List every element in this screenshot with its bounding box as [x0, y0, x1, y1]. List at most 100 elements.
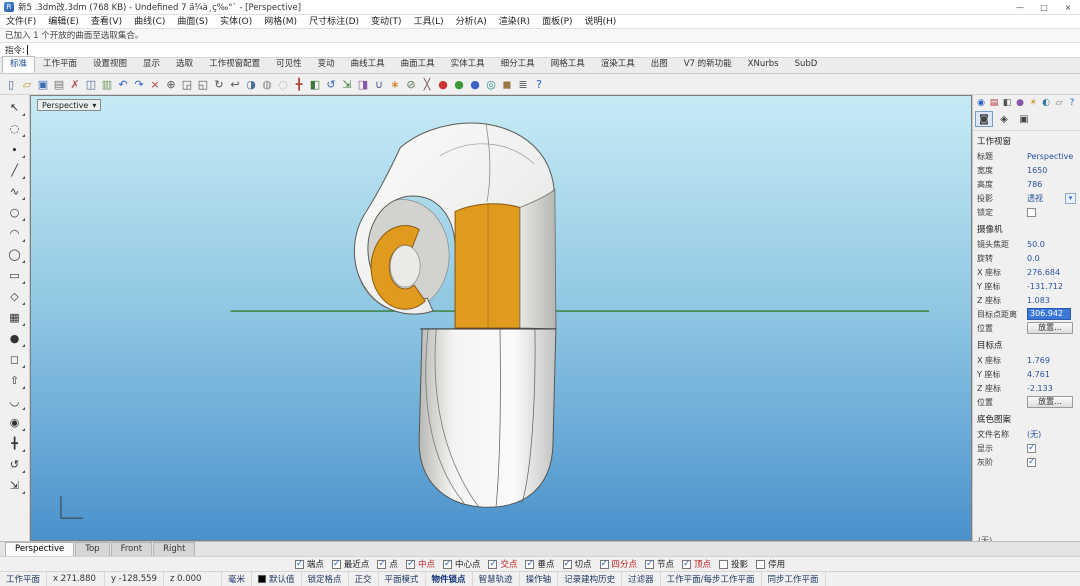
property-value[interactable]: 1.083 — [1027, 296, 1076, 305]
checkbox[interactable] — [563, 560, 572, 569]
help-panel-icon[interactable]: ? — [1066, 97, 1078, 109]
curve-icon[interactable]: ∿ — [3, 181, 27, 202]
shaded-display-icon[interactable]: ◑ — [243, 76, 259, 93]
property-value[interactable]: 透视 — [1027, 193, 1065, 204]
toggle-planar[interactable]: 平面模式 — [379, 572, 426, 586]
scale-icon[interactable]: ⇲ — [339, 76, 355, 93]
property-value[interactable]: (无) — [1027, 429, 1076, 440]
checkbox[interactable] — [719, 560, 728, 569]
toggle-cplane-mode[interactable]: 工作平面/每步工作平面 — [661, 572, 762, 586]
torus-icon[interactable]: ◎ — [483, 76, 499, 93]
menu-item[interactable]: 面板(P) — [536, 15, 578, 29]
box-tool-icon[interactable]: ◻ — [3, 349, 27, 370]
print-icon[interactable]: ▤ — [51, 76, 67, 93]
toolbar-tab[interactable]: V7 的新功能 — [676, 56, 740, 73]
rectangle-icon[interactable]: ▭ — [3, 265, 27, 286]
new-file-icon[interactable]: ▯ — [3, 76, 19, 93]
trim-icon[interactable]: ⊘ — [403, 76, 419, 93]
current-layer-button[interactable]: 默认值 — [252, 572, 302, 586]
toolbar-tab[interactable]: 曲面工具 — [393, 56, 443, 73]
property-value[interactable]: -131.712 — [1027, 282, 1076, 291]
scale-tool-icon[interactable]: ⇲ — [3, 475, 27, 496]
osnap-toggle[interactable]: 四分点 — [600, 558, 638, 570]
toolbar-tab[interactable]: 工作视窗配置 — [201, 56, 268, 73]
viewport-title-menu[interactable]: Perspective ▾ — [37, 99, 101, 111]
extrude-icon[interactable]: ⇧ — [3, 370, 27, 391]
toolbar-tab[interactable]: 渲染工具 — [593, 56, 643, 73]
zoom-extents-icon[interactable]: ◱ — [195, 76, 211, 93]
save-icon[interactable]: ▣ — [35, 76, 51, 93]
rotate-view-icon[interactable]: ↻ — [211, 76, 227, 93]
wireframe-display-icon[interactable]: ◍ — [259, 76, 275, 93]
property-value[interactable]: 放置... — [1027, 322, 1073, 334]
menu-item[interactable]: 渲染(R) — [493, 15, 536, 29]
osnap-toggle[interactable]: 交点 — [488, 558, 517, 570]
move-icon[interactable]: ╋ — [291, 76, 307, 93]
menu-item[interactable]: 网格(M) — [258, 15, 303, 29]
rotate-tool-icon[interactable]: ↺ — [3, 454, 27, 475]
property-value[interactable]: 786 — [1027, 180, 1076, 189]
checkbox[interactable] — [406, 560, 415, 569]
delete-icon[interactable]: × — [147, 76, 163, 93]
checkbox[interactable] — [525, 560, 534, 569]
help-icon[interactable]: ? — [531, 76, 547, 93]
toggle-smarttrack[interactable]: 智慧轨迹 — [473, 572, 520, 586]
checkbox[interactable] — [645, 560, 654, 569]
ellipse-icon[interactable]: ◯ — [3, 244, 27, 265]
menu-item[interactable]: 尺寸标注(D) — [303, 15, 365, 29]
property-value[interactable]: -2.133 — [1027, 384, 1076, 393]
toolbar-tab[interactable]: 可见性 — [268, 56, 310, 73]
menu-item[interactable]: 曲线(C) — [128, 15, 171, 29]
osnap-toggle[interactable]: 停用 — [756, 558, 785, 570]
toolbar-tab[interactable]: SubD — [787, 56, 826, 73]
menu-item[interactable]: 文件(F) — [0, 15, 42, 29]
toolbar-tab[interactable]: 实体工具 — [443, 56, 493, 73]
render-panel-icon[interactable]: ◐ — [1040, 97, 1052, 109]
checkbox[interactable] — [756, 560, 765, 569]
redo-icon[interactable]: ↷ — [131, 76, 147, 93]
notes-panel-icon[interactable]: ▱ — [1053, 97, 1065, 109]
move-tool-icon[interactable]: ╋ — [3, 433, 27, 454]
toggle-osnap[interactable]: 物件锁点 — [426, 572, 473, 586]
osnap-toggle[interactable]: 节点 — [645, 558, 674, 570]
checkbox[interactable] — [488, 560, 497, 569]
toolbar-tab[interactable]: 选取 — [168, 56, 201, 73]
menu-item[interactable]: 曲面(S) — [171, 15, 214, 29]
property-value[interactable]: 306.942 — [1027, 308, 1071, 320]
osnap-toggle[interactable]: 切点 — [563, 558, 592, 570]
checkbox[interactable] — [443, 560, 452, 569]
property-value[interactable]: 1650 — [1027, 166, 1076, 175]
perspective-viewport[interactable]: Perspective ▾ — [30, 95, 972, 541]
toggle-filter[interactable]: 过滤器 — [622, 572, 661, 586]
viewport-tab-top[interactable]: Top — [75, 542, 109, 556]
pan-icon[interactable]: ⊕ — [163, 76, 179, 93]
checkbox[interactable] — [1027, 208, 1036, 217]
toolbar-tab[interactable]: 设置视图 — [85, 56, 135, 73]
checkbox[interactable] — [1027, 444, 1036, 453]
polyline-icon[interactable]: ╱ — [3, 160, 27, 181]
property-value[interactable]: 4.761 — [1027, 370, 1076, 379]
select-pointer-icon[interactable]: ↖ — [3, 97, 27, 118]
menu-item[interactable]: 实体(O) — [214, 15, 258, 29]
osnap-toggle[interactable]: 中心点 — [443, 558, 481, 570]
polygon-icon[interactable]: ◇ — [3, 286, 27, 307]
viewport-tab-perspective[interactable]: Perspective — [5, 542, 74, 556]
properties-panel-icon[interactable]: ◉ — [975, 97, 987, 109]
join-icon[interactable]: ∪ — [371, 76, 387, 93]
property-value[interactable]: 0.0 — [1027, 254, 1076, 263]
osnap-toggle[interactable]: 端点 — [295, 558, 324, 570]
box-icon[interactable]: ◼ — [499, 76, 515, 93]
fillet-icon[interactable]: ◡ — [3, 391, 27, 412]
osnap-toggle[interactable]: 垂点 — [525, 558, 554, 570]
maximize-button[interactable]: □ — [1032, 0, 1056, 15]
mirror-icon[interactable]: ◨ — [355, 76, 371, 93]
osnap-toggle[interactable]: 顶点 — [682, 558, 711, 570]
toolbar-tab[interactable]: 变动 — [310, 56, 343, 73]
copy-icon[interactable]: ◫ — [83, 76, 99, 93]
point-icon[interactable]: ∙ — [3, 139, 27, 160]
cut-icon[interactable]: ✗ — [67, 76, 83, 93]
close-button[interactable]: × — [1056, 0, 1080, 15]
lasso-select-icon[interactable]: ◌ — [3, 118, 27, 139]
property-value[interactable]: 50.0 — [1027, 240, 1076, 249]
display-panel-icon[interactable]: ◧ — [1001, 97, 1013, 109]
